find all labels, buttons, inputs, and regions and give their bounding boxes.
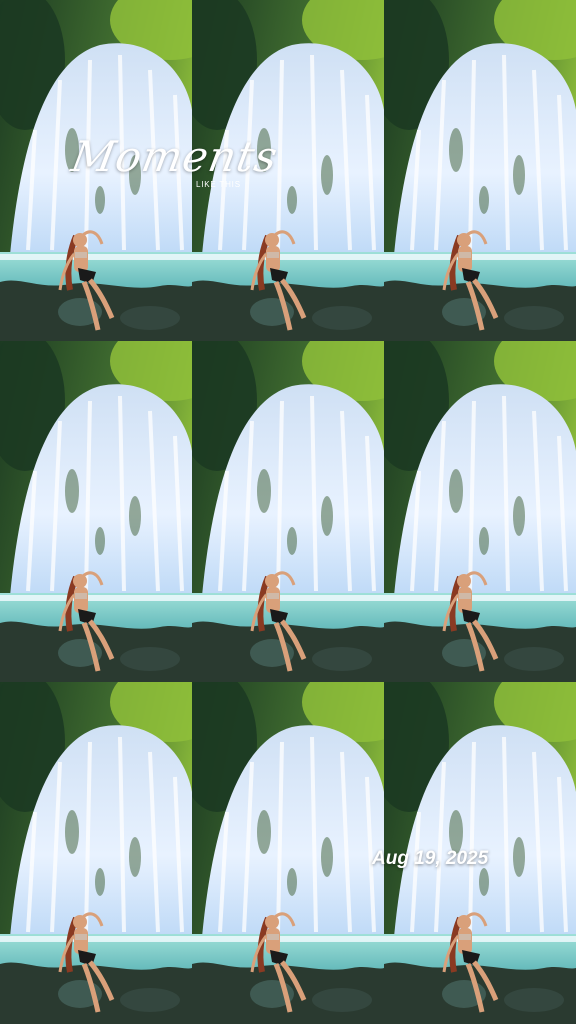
date-stamp: Aug 19, 2025 <box>372 848 489 869</box>
moments-script-text: Moments <box>67 132 282 181</box>
like-this-subtitle: LIKE THIS <box>196 180 241 189</box>
photo-tile-6 <box>384 341 576 682</box>
story-canvas: Moments LIKE THIS Aug 19, 2025 <box>0 0 576 1024</box>
photo-tile-7 <box>0 682 192 1024</box>
photo-tile-4 <box>0 341 192 682</box>
photo-tile-3 <box>384 0 576 341</box>
photo-tile-5 <box>192 341 384 682</box>
photo-tile-8 <box>192 682 384 1024</box>
moments-title-overlay: Moments LIKE THIS <box>68 122 282 202</box>
